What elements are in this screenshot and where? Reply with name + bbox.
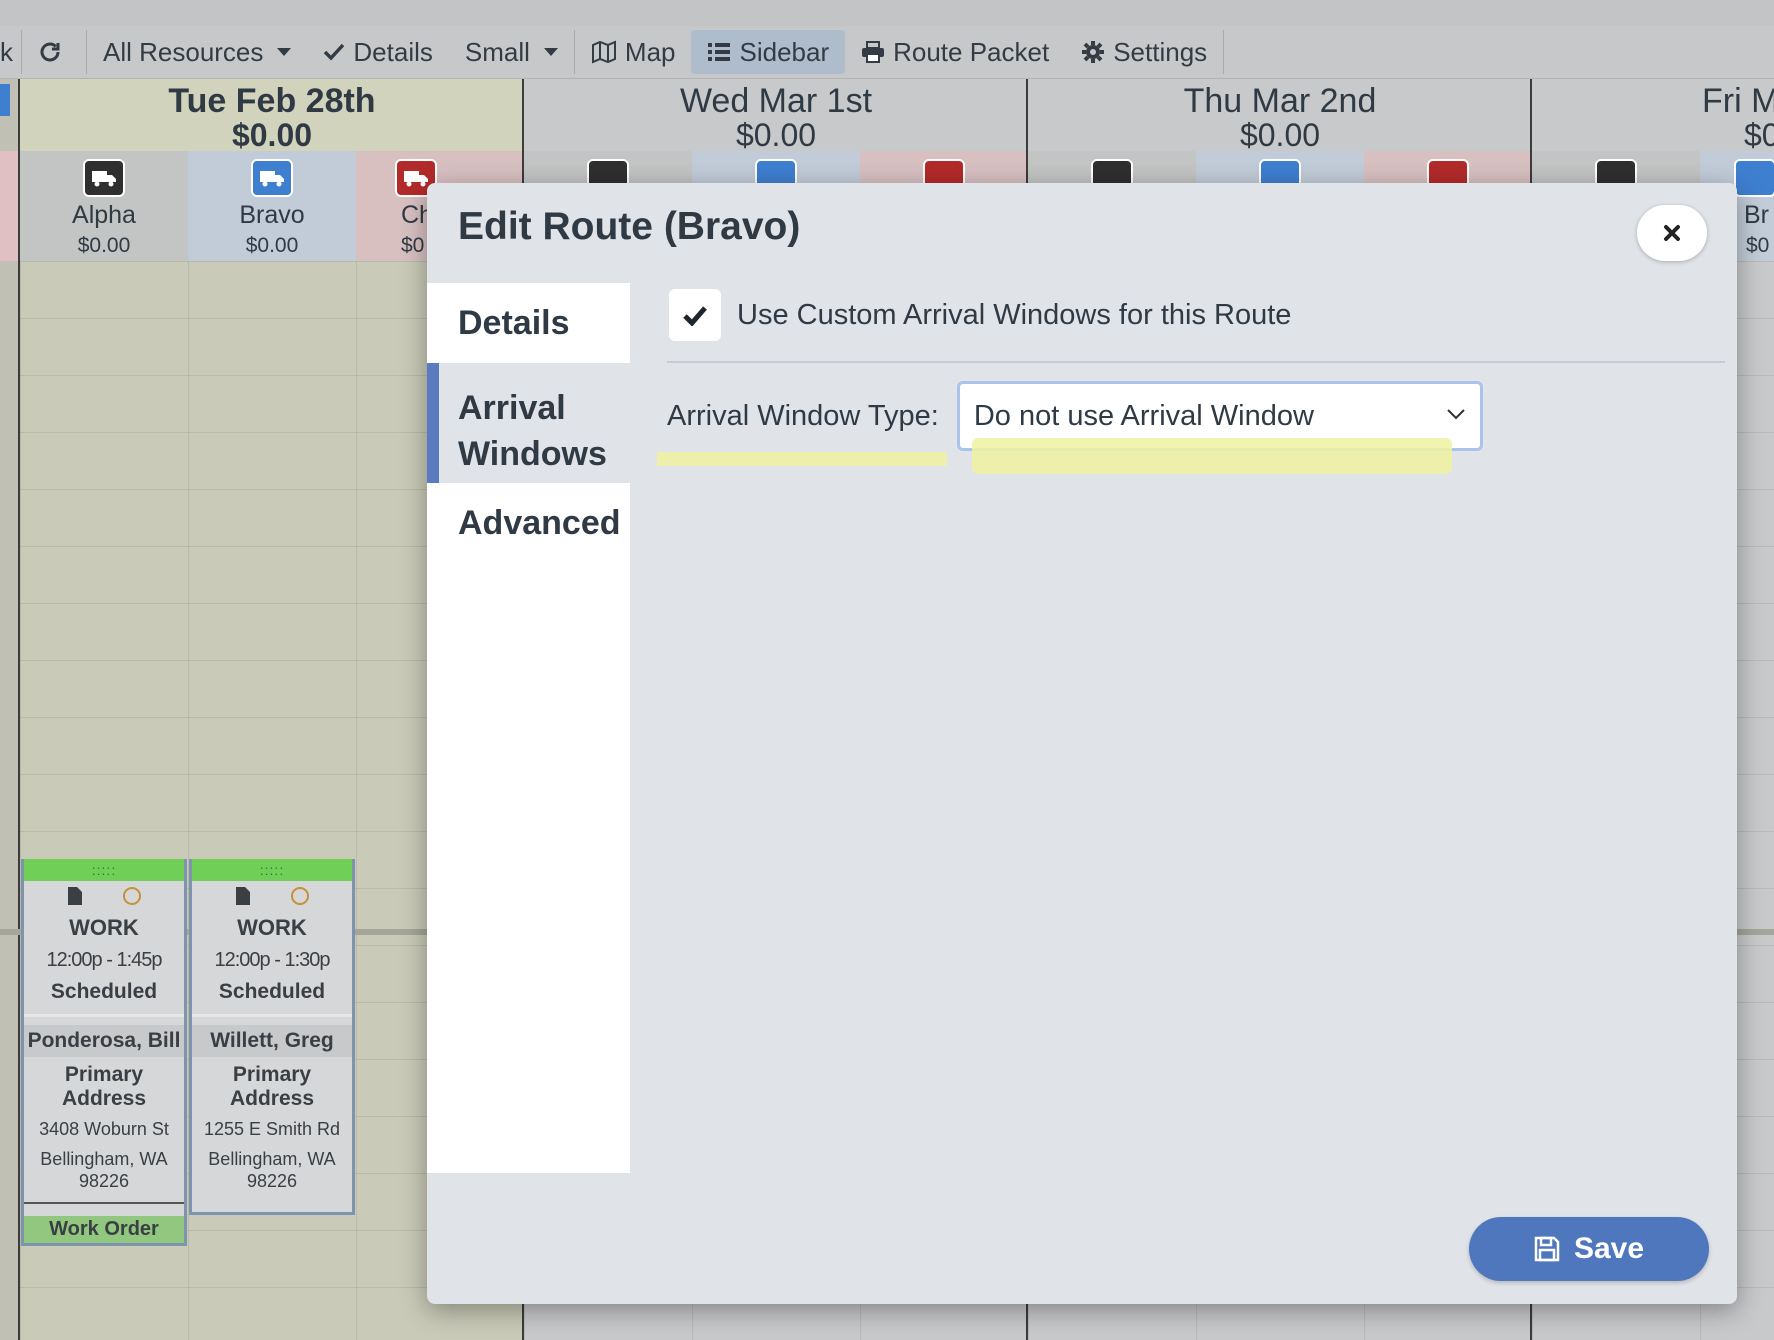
save-button[interactable]: Save — [1469, 1217, 1709, 1281]
tab-advanced[interactable]: Advanced — [427, 483, 630, 563]
day-amount: $0.00 — [231, 117, 313, 153]
resource-bravo[interactable]: Bravo $0.00 — [188, 151, 356, 261]
route-packet-button[interactable]: Route Packet — [845, 30, 1065, 74]
resource-amount: $0.00 — [77, 234, 131, 257]
toolbar-separator — [1223, 30, 1225, 74]
resource-amount: $0.00 — [245, 234, 299, 257]
card-status: Scheduled — [24, 980, 184, 1017]
map-icon — [591, 40, 616, 64]
custom-arrival-row: Use Custom Arrival Windows for this Rout… — [667, 283, 1725, 363]
card-icons — [192, 881, 352, 911]
arrival-type-label: Arrival Window Type: — [657, 400, 947, 466]
refresh-button[interactable] — [22, 30, 86, 74]
drag-handle[interactable]: ::::: — [24, 859, 184, 881]
document-icon[interactable] — [235, 886, 251, 906]
all-resources-dropdown[interactable]: All Resources — [87, 30, 307, 74]
highlighter-mark — [971, 438, 1452, 474]
day-amount: $0.00 — [735, 117, 817, 153]
day-amount: $0.00 — [1239, 117, 1321, 153]
map-button[interactable]: Map — [575, 30, 692, 74]
check-icon — [324, 43, 345, 61]
card-street: 3408 Woburn St — [39, 1119, 169, 1139]
card-address-label: Primary Address — [61, 1063, 147, 1110]
arrival-type-select[interactable]: Do not use Arrival Window — [956, 381, 1483, 474]
truck-icon — [251, 159, 293, 197]
work-card[interactable]: ::::: WORK 12:00p - 1:45p Scheduled Pond… — [21, 859, 187, 1246]
edit-route-modal: Edit Route (Bravo) Details Arrival Windo… — [427, 183, 1737, 1304]
custom-arrival-checkbox[interactable] — [669, 289, 721, 341]
arrival-windows-pane: Use Custom Arrival Windows for this Rout… — [657, 283, 1725, 474]
status-circle-icon[interactable] — [291, 887, 309, 905]
left-gutter — [0, 79, 18, 1340]
tab-arrival-windows[interactable]: Arrival Windows — [427, 363, 630, 483]
print-icon — [862, 41, 885, 63]
save-icon — [1534, 1236, 1560, 1262]
card-city: Bellingham, WA 98226 — [208, 1149, 336, 1191]
day-date: Tue Feb 28th — [168, 82, 376, 120]
modal-tabs: Details Arrival Windows Advanced — [427, 283, 630, 1173]
day-date: Thu Mar 2nd — [1183, 82, 1377, 120]
truck-icon — [83, 159, 125, 197]
card-street: 1255 E Smith Rd — [203, 1119, 341, 1139]
card-city: Bellingham, WA 98226 — [24, 1148, 184, 1204]
modal-title: Edit Route (Bravo) — [458, 205, 801, 248]
custom-arrival-label: Use Custom Arrival Windows for this Rout… — [737, 298, 1292, 331]
arrival-type-value: Do not use Arrival Window — [973, 399, 1314, 432]
close-button[interactable] — [1637, 205, 1707, 261]
caret-down-icon — [277, 48, 292, 56]
card-type: WORK — [237, 915, 307, 940]
day-header[interactable]: Tue Feb 28th $0.00 — [20, 79, 524, 151]
card-icons — [24, 881, 184, 911]
resource-name: Bravo — [239, 201, 305, 229]
highlighter-mark — [657, 451, 947, 466]
day-header[interactable]: Fri M $0 — [1532, 79, 1774, 151]
list-icon — [708, 43, 731, 61]
card-status: Scheduled — [192, 980, 352, 1017]
top-strip — [0, 0, 1774, 26]
truck-icon — [1734, 159, 1774, 197]
left-resource-stub — [0, 151, 18, 261]
document-icon[interactable] — [67, 886, 83, 906]
resource-name: Alpha — [72, 201, 136, 229]
card-type: WORK — [69, 915, 139, 940]
settings-button[interactable]: Settings — [1065, 30, 1223, 74]
day-header[interactable]: Thu Mar 2nd $0.00 — [1028, 79, 1532, 151]
tab-label-line: Arrival — [458, 389, 566, 427]
refresh-icon — [40, 42, 60, 62]
gear-icon — [1082, 41, 1105, 63]
close-icon — [1664, 225, 1680, 241]
arrival-type-row: Arrival Window Type: Do not use Arrival … — [657, 381, 1725, 474]
toolbar: k All Resources Details Small Map Sideba… — [0, 26, 1774, 79]
caret-down-icon — [543, 48, 558, 56]
day-amount: $0 — [1744, 117, 1774, 153]
card-time: 12:00p - 1:45p — [46, 949, 163, 971]
card-time: 12:00p - 1:30p — [214, 949, 331, 971]
day-header[interactable]: Wed Mar 1st $0.00 — [524, 79, 1028, 151]
resource-alpha[interactable]: Alpha $0.00 — [20, 151, 188, 261]
card-customer: Willett, Greg — [192, 1025, 352, 1057]
size-dropdown[interactable]: Small — [449, 30, 574, 74]
check-icon — [683, 306, 707, 326]
card-address-label: Primary Address — [229, 1063, 315, 1110]
card-customer: Ponderosa, Bill — [24, 1025, 184, 1057]
work-card[interactable]: ::::: WORK 12:00p - 1:30p Scheduled Will… — [189, 859, 355, 1215]
day-date: Wed Mar 1st — [679, 82, 873, 120]
chevron-down-icon — [1447, 409, 1465, 420]
day-date: Fri M — [1702, 82, 1774, 120]
sidebar-button[interactable]: Sidebar — [691, 30, 846, 74]
drag-handle[interactable]: ::::: — [192, 859, 352, 881]
card-footer[interactable]: Work Order — [24, 1216, 184, 1243]
toolbar-cut-item[interactable]: k — [0, 30, 21, 74]
tab-label-line: Windows — [458, 435, 607, 473]
details-toggle[interactable]: Details — [307, 30, 448, 74]
tab-details[interactable]: Details — [427, 283, 630, 363]
left-indicator — [0, 84, 10, 116]
status-circle-icon[interactable] — [123, 887, 141, 905]
